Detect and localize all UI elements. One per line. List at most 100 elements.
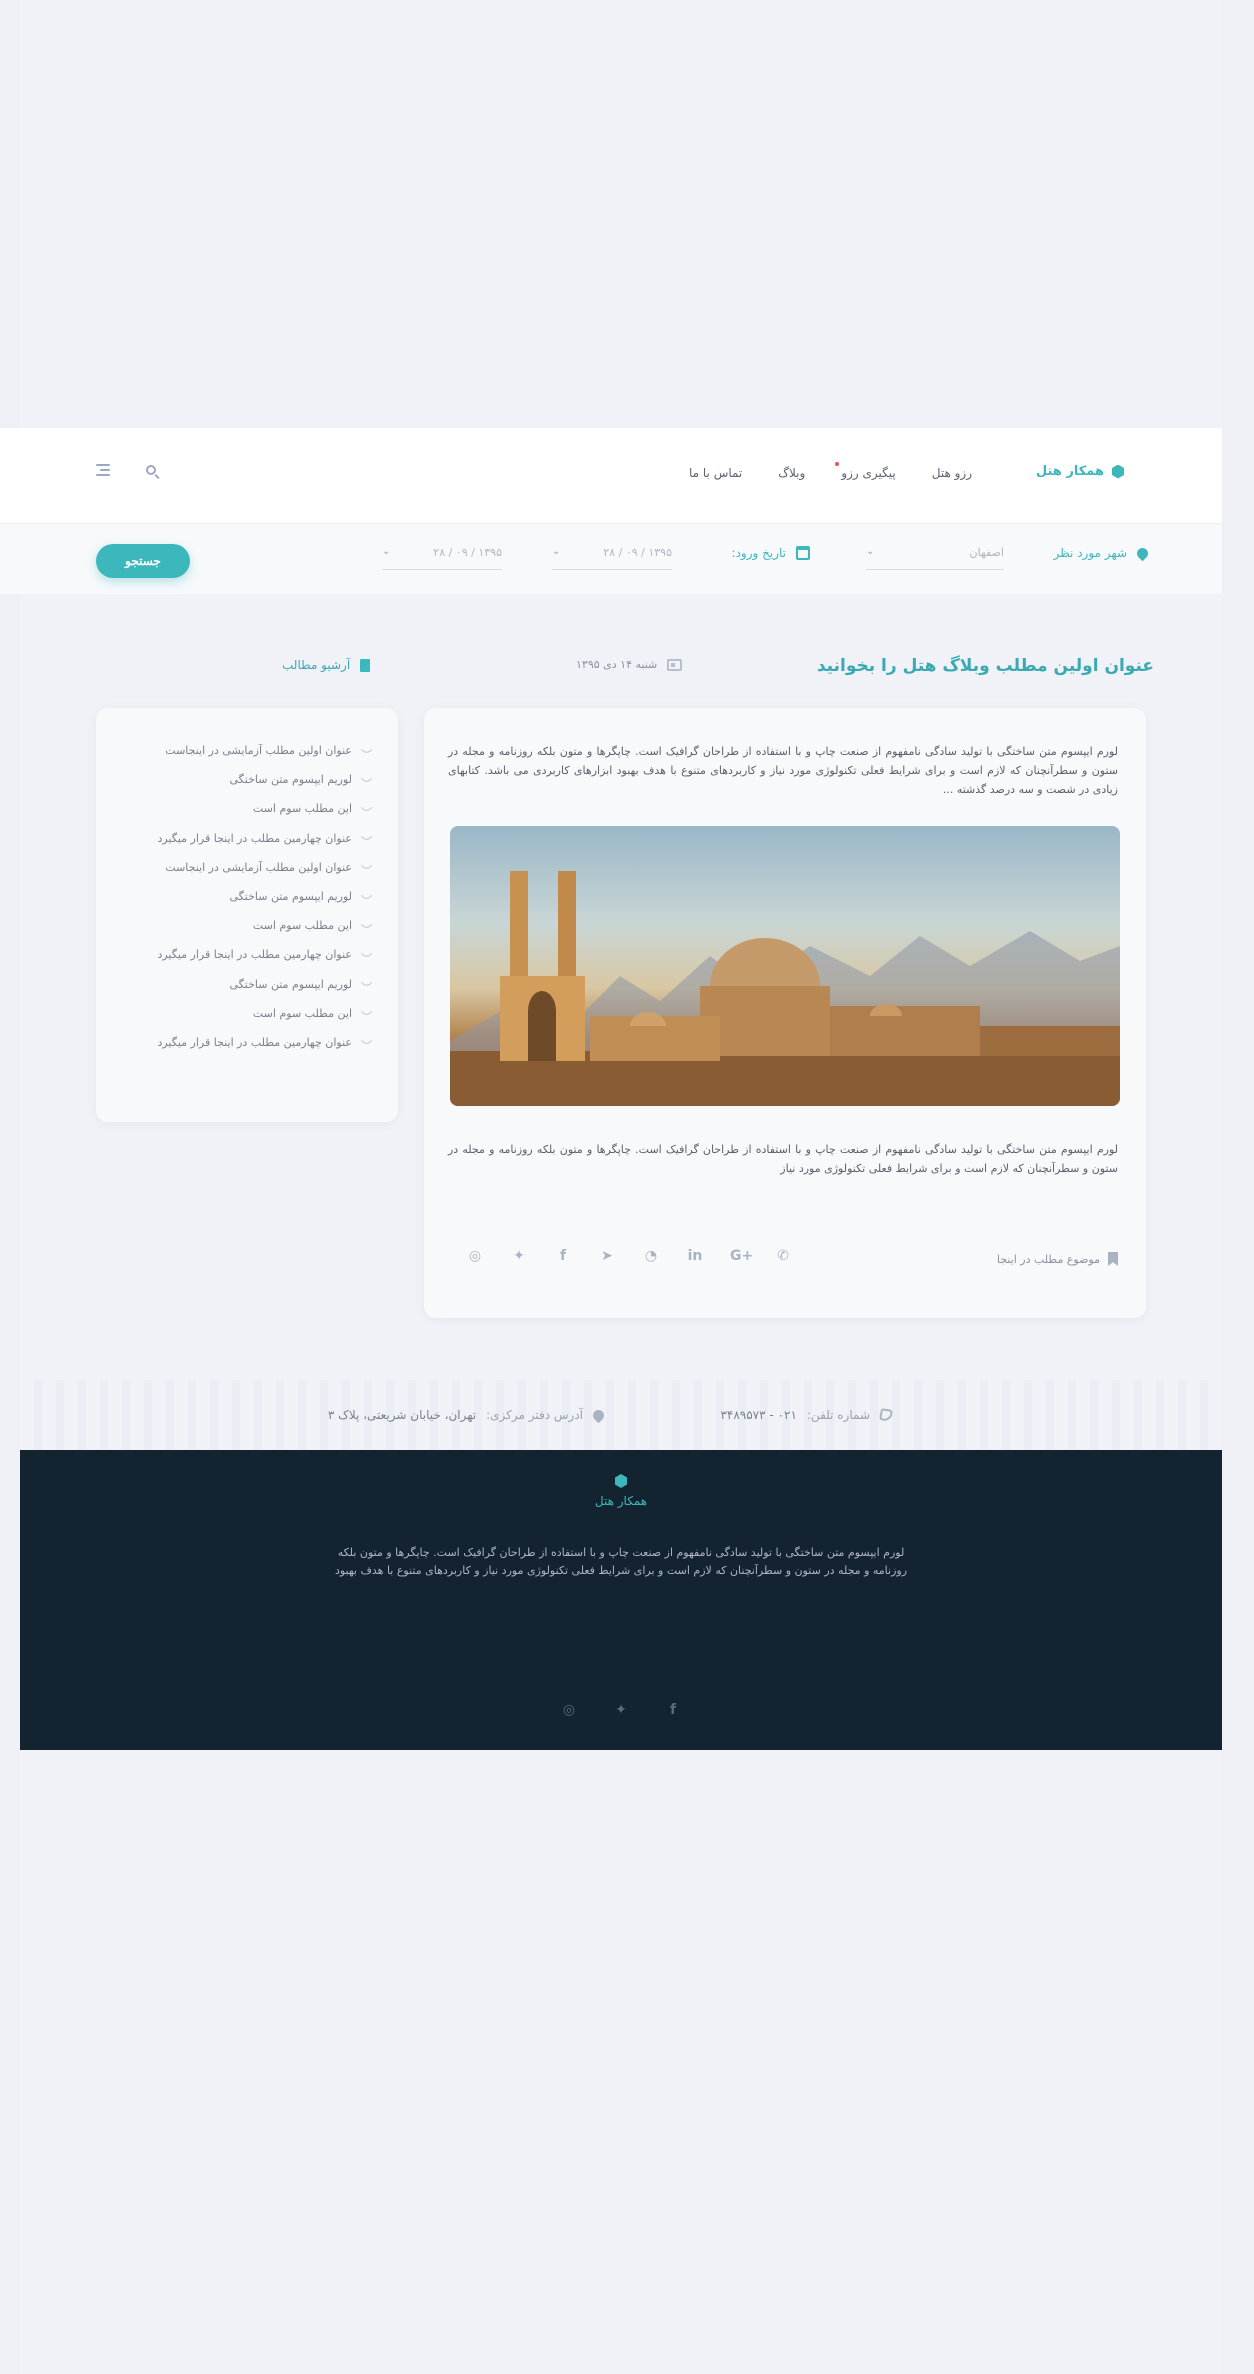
archive-heading: آرشیو مطالب	[282, 658, 371, 672]
checkin-date-input[interactable]: ۱۳۹۵ / ۰۹ / ۲۸ ⌄	[552, 542, 672, 570]
phone-icon[interactable]: ✆	[774, 1248, 792, 1264]
city-select[interactable]: اصفهان ⌄	[866, 542, 1004, 570]
page-bottom-background	[20, 1750, 1222, 2374]
nav-item-track-booking[interactable]: پیگیری رزو	[835, 462, 896, 480]
post-date-text: شنبه ۱۴ دی ۱۳۹۵	[576, 658, 658, 671]
hexagon-logo-icon	[1112, 464, 1124, 479]
chevron-icon	[360, 772, 373, 785]
chevron-down-icon: ⌄	[552, 546, 561, 557]
chevron-icon	[360, 860, 373, 872]
archive-item-label: عنوان چهارمین مطلب در اینجا قرار میگیرد	[157, 831, 352, 845]
menu-icon[interactable]	[96, 464, 110, 476]
phone-icon	[879, 1408, 893, 1422]
article-body-paragraph: لورم ایپسوم متن ساختگی با تولید سادگی نا…	[448, 1143, 1118, 1175]
archive-item[interactable]: این مطلب سوم است	[122, 794, 373, 823]
archive-sidebar: عنوان اولین مطلب آزمایشی در اینجاست لوری…	[96, 708, 398, 1122]
archive-item-label: این مطلب سوم است	[252, 802, 352, 816]
twitter-icon[interactable]: ✦	[612, 1702, 630, 1718]
chevron-icon	[360, 1035, 373, 1047]
article-topic-tag[interactable]: موضوع مطلب در اینجا	[997, 1252, 1118, 1266]
archive-item-label: عنوان اولین مطلب آزمایشی در اینجاست	[165, 860, 352, 874]
newspaper-icon	[667, 658, 683, 671]
nav-item-hotel-booking[interactable]: رزو هتل	[932, 466, 972, 480]
archive-heading-text: آرشیو مطالب	[282, 658, 351, 672]
post-title[interactable]: عنوان اولین مطلب وبلاگ هتل را بخوانید	[817, 656, 1154, 676]
checkin-label: تاریخ ورود:	[731, 546, 786, 560]
chevron-icon	[360, 977, 373, 989]
instagram-icon[interactable]: ◎	[560, 1702, 578, 1718]
footer-description: لورم ایپسوم متن ساختگی با تولید سادگی نا…	[334, 1546, 908, 1577]
twitter-icon[interactable]: ✦	[510, 1248, 528, 1264]
checkout-date-value: ۱۳۹۵ / ۰۹ / ۲۸	[433, 546, 502, 559]
telegram-icon[interactable]: ➤	[598, 1248, 616, 1264]
article-hero-image	[450, 826, 1120, 1106]
site-footer: همکار هتل لورم ایپسوم متن ساختگی با تولی…	[20, 1450, 1222, 1750]
google-plus-icon[interactable]: G+	[730, 1248, 753, 1264]
address-text: تهران، خیابان شریعتی، پلاک ۳	[327, 1408, 477, 1422]
chevron-down-icon: ⌄	[866, 546, 875, 557]
facebook-icon[interactable]: f	[664, 1702, 682, 1718]
top-navbar: همکار هتل رزو هتل پیگیری رزو وبلاگ تماس …	[0, 428, 1222, 524]
archive-item[interactable]: عنوان اولین مطلب آزمایشی در اینجاست	[122, 736, 373, 765]
book-icon	[360, 658, 371, 672]
share-icons: ◎ ✦ f ➤ ◔ in G+ ✆	[466, 1248, 792, 1264]
phone-number[interactable]: ۰۲۱ - ۳۴۸۹۵۷۳	[720, 1408, 796, 1422]
archive-item-label: لوریم ایپسوم متن ساختگی	[229, 890, 352, 904]
checkin-date-value: ۱۳۹۵ / ۰۹ / ۲۸	[603, 546, 672, 559]
nav-item-blog[interactable]: وبلاگ	[778, 466, 805, 480]
contact-address: آدرس دفتر مرکزی: تهران، خیابان شریعتی، پ…	[327, 1407, 607, 1423]
archive-item[interactable]: لوریم ایپسوم متن ساختگی	[122, 882, 373, 911]
chevron-icon	[360, 801, 373, 814]
archive-item[interactable]: این مطلب سوم است	[122, 999, 373, 1028]
footer-logo[interactable]: همکار هتل	[20, 1474, 1222, 1508]
facebook-icon[interactable]: f	[554, 1248, 572, 1264]
archive-item-label: این مطلب سوم است	[252, 919, 352, 933]
article-topic-text: موضوع مطلب در اینجا	[996, 1252, 1100, 1266]
nav-item-contact[interactable]: تماس با ما	[689, 466, 742, 480]
address-label: آدرس دفتر مرکزی:	[486, 1408, 583, 1422]
article-intro-paragraph: لورم ایپسوم متن ساختگی با تولید سادگی نا…	[448, 745, 1118, 796]
checkin-field-label: تاریخ ورود:	[732, 546, 810, 560]
calendar-icon	[796, 546, 810, 560]
location-pin-icon	[1134, 545, 1151, 561]
archive-item-label: عنوان چهارمین مطلب در اینجا قرار میگیرد	[157, 948, 352, 962]
chevron-icon	[360, 831, 373, 843]
archive-item[interactable]: عنوان چهارمین مطلب در اینجا قرار میگیرد	[122, 824, 373, 853]
linkedin-icon[interactable]: in	[686, 1248, 704, 1264]
instagram-icon[interactable]: ◎	[466, 1248, 484, 1264]
hotel-search-bar: شهر مورد نظر اصفهان ⌄ تاریخ ورود: ۱۳۹۵ /…	[0, 524, 1222, 594]
archive-item[interactable]: عنوان چهارمین مطلب در اینجا قرار میگیرد	[122, 1028, 373, 1057]
archive-item-label: لوریم ایپسوم متن ساختگی	[229, 977, 352, 991]
article-card: لورم ایپسوم متن ساختگی با تولید سادگی نا…	[424, 708, 1146, 1318]
archive-item-label: عنوان چهارمین مطلب در اینجا قرار میگیرد	[157, 1035, 352, 1049]
contact-phone: شماره تلفن: ۰۲۱ - ۳۴۸۹۵۷۳	[720, 1408, 893, 1422]
archive-item[interactable]: عنوان اولین مطلب آزمایشی در اینجاست	[122, 853, 373, 882]
archive-item[interactable]: این مطلب سوم است	[122, 911, 373, 940]
search-icon[interactable]	[146, 465, 156, 475]
archive-item-label: عنوان اولین مطلب آزمایشی در اینجاست	[165, 744, 352, 758]
search-button[interactable]: جستجو	[96, 544, 190, 578]
location-pin-icon	[590, 1407, 607, 1423]
city-label: شهر مورد نظر	[1053, 546, 1127, 560]
whatsapp-icon[interactable]: ◔	[642, 1248, 660, 1264]
hexagon-logo-icon	[615, 1474, 627, 1488]
archive-item[interactable]: عنوان چهارمین مطلب در اینجا قرار میگیرد	[122, 940, 373, 969]
contact-strip-background	[20, 1380, 1222, 1450]
archive-list: عنوان اولین مطلب آزمایشی در اینجاست لوری…	[122, 736, 373, 1057]
archive-item[interactable]: لوریم ایپسوم متن ساختگی	[122, 970, 373, 999]
nav-item-track-booking-label: پیگیری رزو	[841, 466, 896, 480]
city-select-value: اصفهان	[969, 546, 1004, 559]
brand-name: همکار هتل	[1035, 464, 1104, 479]
notification-dot	[835, 462, 840, 466]
archive-item-label: لوریم ایپسوم متن ساختگی	[229, 773, 352, 787]
nav-tools	[96, 464, 156, 476]
checkout-date-input[interactable]: ۱۳۹۵ / ۰۹ / ۲۸ ⌄	[382, 542, 502, 570]
chevron-icon	[360, 889, 373, 901]
brand-logo[interactable]: همکار هتل	[1036, 464, 1124, 479]
chevron-icon	[360, 918, 373, 930]
chevron-icon	[360, 947, 373, 960]
chevron-icon	[360, 743, 373, 755]
archive-item[interactable]: لوریم ایپسوم متن ساختگی	[122, 765, 373, 794]
post-date: شنبه ۱۴ دی ۱۳۹۵	[576, 658, 683, 671]
phone-label: شماره تلفن:	[806, 1408, 870, 1422]
